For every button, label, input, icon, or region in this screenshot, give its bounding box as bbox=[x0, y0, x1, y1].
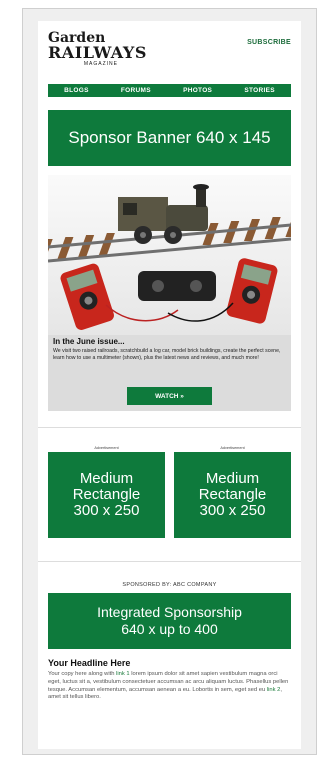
article-copy: Your copy here along with link 1 lorem i… bbox=[48, 671, 291, 702]
nav-item-stories[interactable]: STORIES bbox=[244, 87, 275, 94]
sponsored-by-label: SPONSORED BY: ABC COMPANY bbox=[122, 582, 217, 588]
main-nav: BLOGS FORUMS PHOTOS STORIES bbox=[48, 84, 291, 97]
rect-line-3: 300 x 250 bbox=[73, 502, 140, 519]
locomotive-multimeter-image bbox=[48, 175, 291, 335]
feature-body: We visit two raised railroads, scratchbu… bbox=[53, 348, 281, 361]
email-frame: Garden RAILWAYS MAGAZINE SUBSCRIBE BLOGS… bbox=[22, 8, 317, 755]
feature-block: In the June issue... We visit two raised… bbox=[48, 175, 291, 411]
nav-item-photos[interactable]: PHOTOS bbox=[183, 87, 212, 94]
rect-line-1: Medium bbox=[79, 470, 134, 487]
medium-rectangle-ad-right[interactable]: Medium Rectangle 300 x 250 bbox=[174, 452, 291, 538]
section-divider bbox=[38, 561, 301, 562]
ad-label-left: Advertisement bbox=[94, 446, 119, 450]
article-headline[interactable]: Your Headline Here bbox=[48, 658, 130, 668]
rect-line-2: Rectangle bbox=[198, 486, 267, 503]
rect-line-3: 300 x 250 bbox=[199, 502, 266, 519]
integrated-line-1: Integrated Sponsorship bbox=[97, 604, 242, 620]
logo-line-2: RAILWAYS bbox=[48, 43, 147, 62]
sponsor-banner[interactable]: Sponsor Banner 640 x 145 bbox=[48, 110, 291, 166]
medium-rectangle-ad-left[interactable]: Medium Rectangle 300 x 250 bbox=[48, 452, 165, 538]
rect-line-2: Rectangle bbox=[72, 486, 141, 503]
section-divider bbox=[38, 427, 301, 428]
link-1[interactable]: link 1 bbox=[116, 671, 130, 677]
copy-text-a: Your copy here along with bbox=[48, 671, 117, 677]
feature-photo[interactable] bbox=[48, 175, 291, 335]
integrated-sponsorship-banner[interactable]: Integrated Sponsorship 640 x up to 400 bbox=[48, 593, 291, 649]
integrated-line-2: 640 x up to 400 bbox=[121, 621, 218, 637]
feature-title: In the June issue... bbox=[53, 337, 125, 346]
rect-line-1: Medium bbox=[205, 470, 260, 487]
nav-item-blogs[interactable]: BLOGS bbox=[64, 87, 89, 94]
nav-item-forums[interactable]: FORUMS bbox=[121, 87, 151, 94]
link-2[interactable]: link 2 bbox=[267, 687, 281, 693]
newsletter-card: Garden RAILWAYS MAGAZINE SUBSCRIBE BLOGS… bbox=[38, 21, 301, 749]
subscribe-link[interactable]: SUBSCRIBE bbox=[247, 39, 291, 46]
garden-railways-logo[interactable]: Garden RAILWAYS MAGAZINE bbox=[48, 31, 147, 71]
watch-button[interactable]: WATCH » bbox=[127, 387, 212, 405]
ad-label-right: Advertisement bbox=[220, 446, 245, 450]
